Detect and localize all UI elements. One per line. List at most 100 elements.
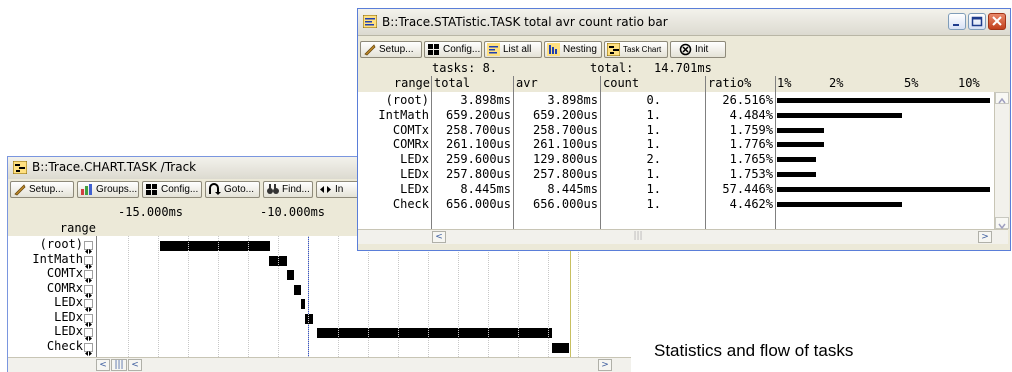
caption-text: Statistics and flow of tasks bbox=[654, 341, 854, 360]
total-value: 14.701ms bbox=[654, 61, 712, 75]
row-expand-arrows-icon[interactable] bbox=[84, 284, 93, 298]
stat-cell-range: (root) bbox=[385, 93, 429, 107]
row-expand-arrows-icon[interactable] bbox=[84, 255, 93, 269]
chart-scroll-thumb[interactable]: ||| bbox=[111, 359, 127, 371]
col-header-range: range bbox=[393, 76, 430, 90]
maximize-button[interactable] bbox=[968, 13, 986, 30]
stat-cell-avr: 261.100us bbox=[532, 137, 598, 152]
ratio-bar bbox=[777, 201, 902, 207]
stat-task-chart-button[interactable]: Task Chart bbox=[604, 41, 668, 58]
chart-right-marker bbox=[570, 236, 571, 357]
row-expand-arrows-icon[interactable] bbox=[84, 270, 93, 283]
chart-config-button[interactable]: Config... bbox=[142, 181, 202, 198]
chart-grid-line bbox=[488, 236, 489, 357]
chart-scroll-left-button-2[interactable]: < bbox=[128, 359, 142, 371]
stat-nesting-button[interactable]: Nesting bbox=[544, 41, 602, 58]
stat-cell-count: 1. bbox=[646, 107, 661, 122]
stat-cell-avr: 258.700us bbox=[532, 122, 598, 137]
stat-cell-range: IntMath bbox=[378, 107, 429, 122]
chart-row-label: Check bbox=[46, 338, 83, 353]
ratio-bar bbox=[777, 112, 902, 118]
stat-cell-total: 3.898ms bbox=[460, 93, 511, 107]
stat-cell-count: 1. bbox=[646, 137, 661, 152]
chart-setup-button[interactable]: Setup... bbox=[10, 181, 74, 198]
scroll-down-button[interactable] bbox=[995, 217, 1009, 230]
stat-config-label: Config... bbox=[443, 44, 481, 55]
chart-find-label: Find... bbox=[282, 184, 310, 195]
statistic-window-titlebar[interactable]: B::Trace.STATistic.TASK total avr count … bbox=[358, 9, 1010, 36]
stat-scroll-right-button[interactable]: > bbox=[978, 231, 992, 243]
row-expand-arrows-icon[interactable] bbox=[84, 299, 93, 312]
col-header-total: total bbox=[434, 76, 471, 90]
row-expand-arrows-icon[interactable] bbox=[84, 241, 93, 254]
stat-cell-count: 0. bbox=[646, 93, 661, 107]
stat-cell-count: 1. bbox=[646, 122, 661, 137]
stat-init-label: Init bbox=[695, 44, 709, 55]
chart-scroll-left-button[interactable]: < bbox=[96, 359, 110, 371]
chart-horizontal-scrollbar[interactable]: < ||| < > bbox=[8, 357, 631, 372]
chevron-up-icon bbox=[998, 97, 1006, 104]
chart-scroll-right-button[interactable]: > bbox=[598, 359, 612, 371]
stat-scroll-left-button[interactable]: < bbox=[432, 231, 446, 243]
stat-scroll-thumb[interactable]: ||| bbox=[628, 231, 648, 243]
row-expand-arrows-icon[interactable] bbox=[84, 313, 93, 327]
stat-cell-avr: 656.000us bbox=[532, 196, 598, 211]
chart-groups-label: Groups... bbox=[96, 184, 138, 195]
chart-grid-line bbox=[548, 236, 549, 357]
col-header-1pct: 1% bbox=[777, 76, 792, 90]
statistic-window: B::Trace.STATistic.TASK total avr count … bbox=[357, 8, 1011, 251]
stat-horizontal-scrollbar[interactable]: < ||| > bbox=[358, 229, 1008, 244]
stat-cell-avr: 257.800us bbox=[532, 167, 598, 181]
stat-init-button[interactable]: Init bbox=[670, 41, 726, 58]
chart-grid-line bbox=[218, 236, 219, 357]
chart-grid-line bbox=[428, 236, 429, 357]
goto-icon bbox=[209, 183, 221, 195]
row-expand-arrows-icon[interactable] bbox=[84, 328, 93, 341]
chart-app-icon bbox=[13, 161, 27, 174]
task-chart-icon bbox=[607, 43, 620, 56]
chart-grid-line bbox=[248, 236, 249, 357]
total-label: total: bbox=[590, 61, 634, 75]
chart-task-bar bbox=[294, 284, 301, 295]
list-icon bbox=[487, 43, 500, 56]
chart-task-bar bbox=[552, 342, 569, 353]
minimize-button[interactable] bbox=[948, 13, 966, 30]
config-grid-icon bbox=[428, 44, 439, 55]
close-button[interactable] bbox=[988, 13, 1006, 30]
chart-find-button[interactable]: Find... bbox=[263, 181, 313, 198]
stat-config-button[interactable]: Config... bbox=[424, 41, 482, 58]
scroll-up-button[interactable] bbox=[995, 92, 1009, 104]
stat-vertical-scrollbar[interactable] bbox=[994, 92, 1009, 230]
chart-row-label: COMRx bbox=[46, 280, 83, 295]
ratio-bar bbox=[777, 142, 824, 148]
row-expand-arrows-icon[interactable] bbox=[84, 342, 93, 356]
stat-cell-ratio: 1.753% bbox=[729, 167, 773, 181]
chart-grid-line bbox=[458, 236, 459, 357]
statistic-window-title: B::Trace.STATistic.TASK total avr count … bbox=[382, 15, 668, 29]
stat-cell-ratio: 4.462% bbox=[729, 196, 773, 211]
chart-zoom-in-button[interactable]: In bbox=[316, 181, 360, 198]
chart-row-label: IntMath bbox=[32, 251, 83, 266]
wrench-icon bbox=[14, 184, 26, 196]
chart-task-bar bbox=[317, 328, 552, 338]
stat-cell-avr: 129.800us bbox=[532, 152, 598, 167]
chart-setup-label: Setup... bbox=[29, 184, 64, 195]
stat-cell-total: 656.000us bbox=[445, 196, 511, 211]
chart-goto-button[interactable]: Goto... bbox=[205, 181, 260, 198]
ratio-bar bbox=[777, 186, 990, 192]
col-header-avr: avr bbox=[516, 76, 538, 90]
chart-row-label: LEDx bbox=[54, 309, 83, 324]
statistic-toolbar: Setup... Config... List all Nesting Task… bbox=[358, 39, 1010, 61]
stat-cell-range: COMTx bbox=[392, 122, 429, 137]
chart-task-bar bbox=[301, 299, 305, 309]
chart-groups-button[interactable]: Groups... bbox=[77, 181, 139, 198]
tasks-count: tasks: 8. bbox=[432, 61, 498, 75]
col-divider-ratio bbox=[775, 76, 776, 229]
chart-task-bar bbox=[287, 270, 294, 280]
groups-icon bbox=[81, 184, 92, 195]
chart-grid-line bbox=[338, 236, 339, 357]
chart-window-title: B::Trace.CHART.TASK /Track bbox=[32, 160, 197, 174]
chart-grid-line bbox=[368, 236, 369, 357]
stat-setup-button[interactable]: Setup... bbox=[360, 41, 422, 58]
stat-list-all-button[interactable]: List all bbox=[484, 41, 542, 58]
